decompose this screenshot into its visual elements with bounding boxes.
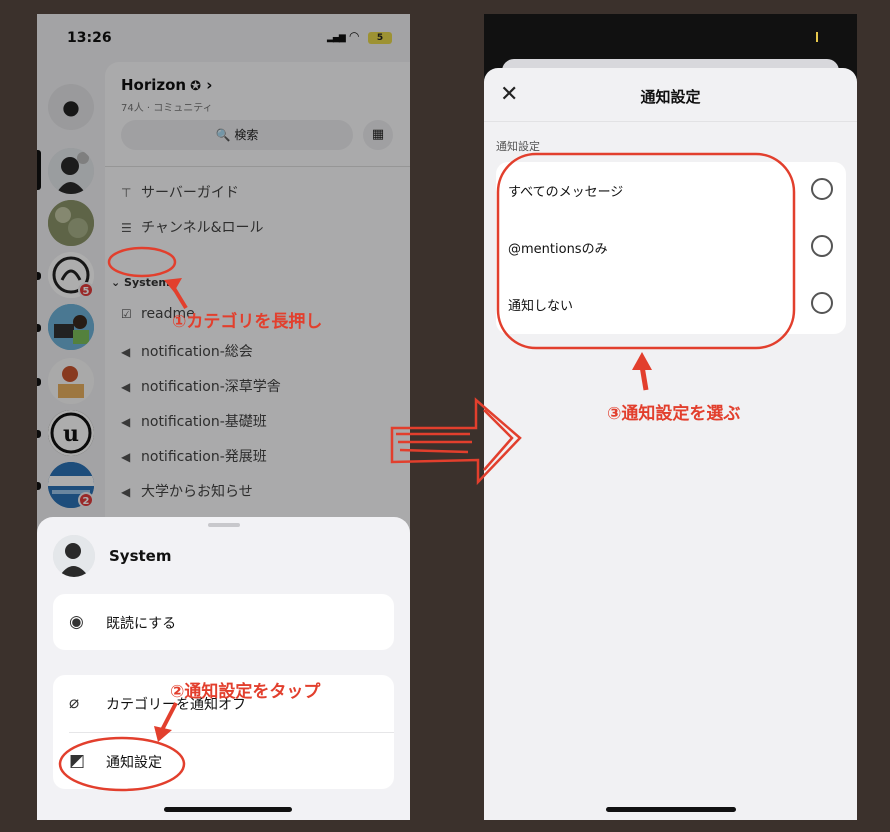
sheet-header: ✕ 通知設定 [484, 68, 857, 122]
option-mentions-only[interactable]: @mentionsのみ [496, 219, 846, 276]
notification-settings-button[interactable]: ◩ 通知設定 [53, 733, 394, 789]
radio-button[interactable] [811, 235, 833, 257]
option-all-messages[interactable]: すべてのメッセージ [496, 162, 846, 219]
radio-button[interactable] [811, 292, 833, 314]
radio-button[interactable] [811, 178, 833, 200]
annotation-step1: ①カテゴリを長押し [172, 312, 323, 332]
option-label: @mentionsのみ [508, 242, 608, 257]
annotation-step2: ②通知設定をタップ [170, 682, 321, 702]
notification-options-card: すべてのメッセージ @mentionsのみ 通知しない [496, 162, 846, 334]
bell-off-icon: ⌀ [69, 693, 80, 713]
section-label: 通知設定 [496, 140, 540, 153]
annotation-step3: ③通知設定を選ぶ [607, 404, 741, 424]
horizon-avatar-icon [53, 535, 95, 577]
mark-read-button[interactable]: ◉ 既読にする [53, 594, 394, 650]
notification-settings-icon: ◩ [69, 751, 86, 771]
status-indicator [816, 32, 818, 42]
home-indicator[interactable] [164, 807, 292, 812]
option-nothing[interactable]: 通知しない [496, 276, 846, 333]
home-indicator[interactable] [606, 807, 736, 812]
notification-settings-label: 通知設定 [106, 755, 162, 771]
sheet-title: System [109, 547, 172, 565]
mark-read-card: ◉ 既読にする [53, 594, 394, 650]
option-label: 通知しない [508, 299, 574, 314]
category-avatar [53, 535, 95, 577]
notification-settings-sheet: ✕ 通知設定 通知設定 すべてのメッセージ @mentionsのみ 通知しない [484, 68, 857, 820]
sheet-title: 通知設定 [640, 88, 701, 106]
eye-icon: ◉ [69, 612, 84, 632]
category-action-sheet: System ◉ 既読にする ⌀ カテゴリーを通知オフ ◩ 通知設定 [37, 517, 410, 820]
mark-read-label: 既読にする [106, 616, 177, 632]
option-label: すべてのメッセージ [508, 185, 624, 200]
sheet-grabber[interactable] [208, 523, 240, 527]
